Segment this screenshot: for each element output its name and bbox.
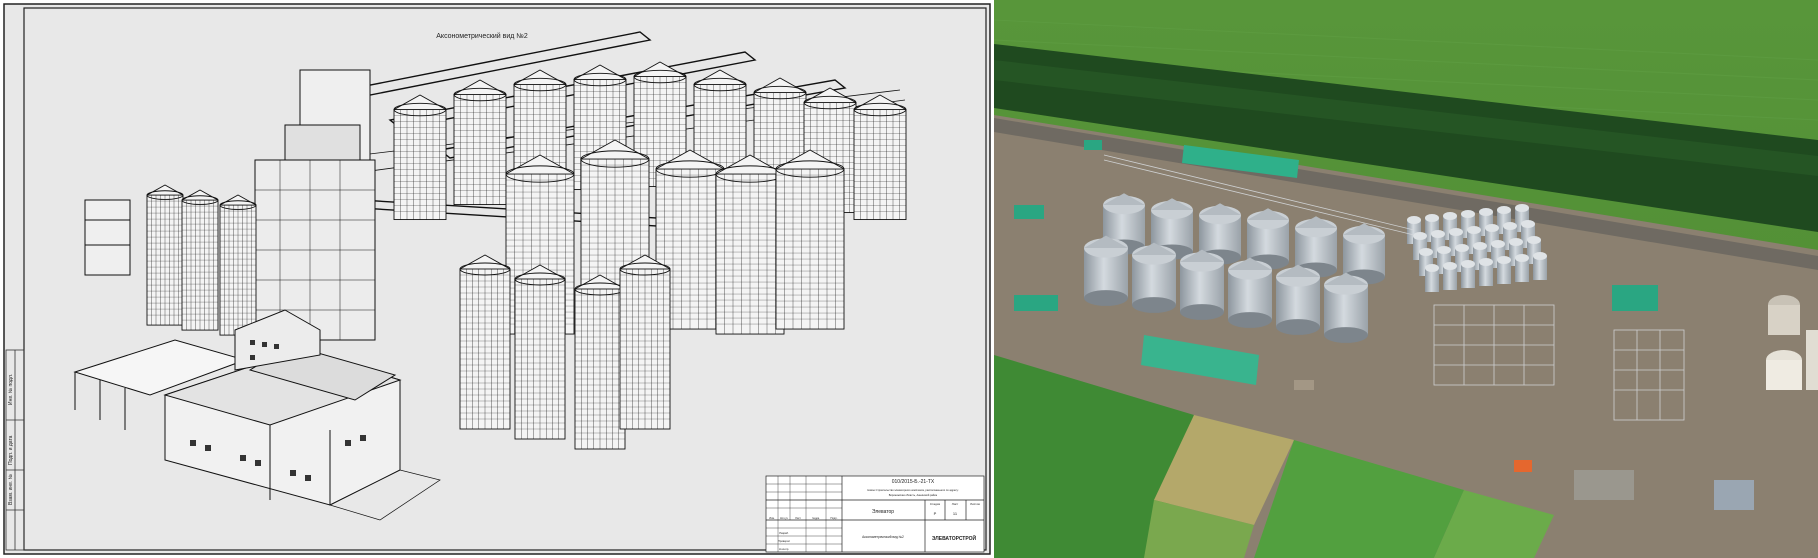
side-label-2: Подп. и дата xyxy=(8,435,14,465)
aerial-small-silo-21 xyxy=(1425,264,1439,292)
stamp-role-3: Н.контр. xyxy=(779,547,789,551)
drawing-sheet: Инв. № подл. Подп. и дата Взам. инв. № А… xyxy=(0,0,994,558)
stamp-col-list: Лист xyxy=(795,516,801,520)
stamp-sheets-header: Листов xyxy=(970,502,980,506)
stamp-object: Элеватор xyxy=(872,509,894,515)
drawing-title: Аксонометрический вид №2 xyxy=(436,32,528,40)
silo-left-1 xyxy=(181,189,219,331)
silo-row-front xyxy=(459,254,671,450)
silo-back-1 xyxy=(453,79,507,206)
aerial-small-silo-25 xyxy=(1497,256,1511,284)
stamp-col-podp: Подп. xyxy=(831,516,838,520)
aerial-small-silo-22 xyxy=(1443,262,1457,290)
stamp-stage-header: Стадия xyxy=(930,502,941,506)
silo-back-8 xyxy=(853,94,907,221)
silo-mid-4 xyxy=(775,149,845,330)
silo-left-0 xyxy=(146,184,184,326)
stamp-col-izm: Изм. xyxy=(769,516,775,520)
silo-front-2 xyxy=(574,274,626,450)
stamp-sheet-header: Лист xyxy=(952,502,959,506)
silo-front-3 xyxy=(619,254,671,430)
aux-building xyxy=(84,199,131,276)
side-label-1: Инв. № подл. xyxy=(8,374,14,405)
silo-mid-3 xyxy=(715,154,785,335)
silo-row-left xyxy=(146,184,257,336)
stamp-role-1: Разраб. xyxy=(779,531,789,535)
stamp-sheet-title: Аксонометрический вид №2 xyxy=(862,535,904,539)
silo-back-0 xyxy=(393,94,447,221)
aerial-silo-front4 xyxy=(1276,264,1320,335)
aerial-small-silo-27 xyxy=(1533,252,1547,280)
stamp-doc-code: 010/2015-Б.-21-ТХ xyxy=(892,479,935,485)
stamp-role-2: Проверил xyxy=(778,539,790,543)
stamp-stage: Р xyxy=(934,511,937,516)
aerial-small-silo-23 xyxy=(1461,260,1475,288)
stamp-project-line-2: Воронежская область, Аннинский район xyxy=(889,493,938,497)
aerial-small-silo-26 xyxy=(1515,254,1529,282)
aerial-small-silo-24 xyxy=(1479,258,1493,286)
aerial-silo-front5 xyxy=(1324,272,1368,343)
silo-front-1 xyxy=(514,264,566,440)
stamp-project-line-1: Новое Строительство элеваторного комплек… xyxy=(867,488,959,492)
stamp-company: ЭЛЕВАТОРСТРОЙ xyxy=(932,534,977,542)
aerial-silo-front2 xyxy=(1180,249,1224,320)
aerial-scene xyxy=(994,0,1818,558)
stamp-col-doc: №док. xyxy=(812,517,820,520)
aerial-silo-front3 xyxy=(1228,257,1272,328)
aerial-silo-front0 xyxy=(1084,235,1128,306)
stamp-col-kol: Кол.уч xyxy=(780,516,788,520)
side-label-3: Взам. инв. № xyxy=(8,474,14,505)
silo-left-2 xyxy=(219,194,257,336)
axonometric-drawing: Инв. № подл. Подп. и дата Взам. инв. № А… xyxy=(0,0,994,558)
aerial-silo-front1 xyxy=(1132,242,1176,313)
silo-front-0 xyxy=(459,254,511,430)
aerial-photo xyxy=(994,0,1818,558)
